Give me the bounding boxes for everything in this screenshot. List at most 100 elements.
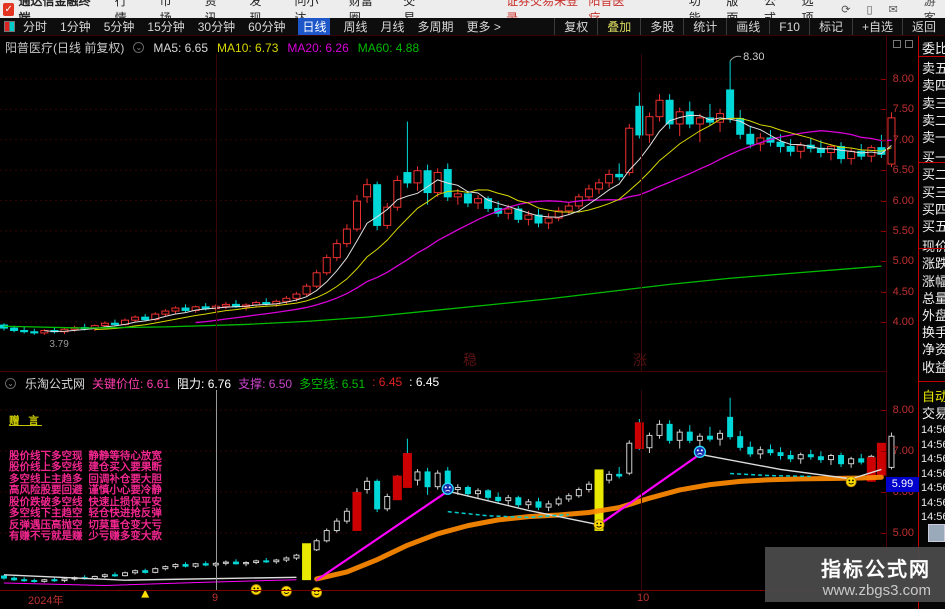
tool-多股[interactable]: 多股 <box>640 18 683 35</box>
trade-time-row: 14:56 <box>921 496 945 509</box>
period-tab-更多 >[interactable]: 更多 > <box>467 18 501 35</box>
sidebar-row-收益[interactable]: 收益 <box>922 357 945 376</box>
price-axis-label: 8.00 <box>892 404 914 416</box>
ma-label: MA10: 6.73 <box>217 40 279 55</box>
price-axis-tick <box>881 230 886 232</box>
trade-time-row: 14:56 <box>921 467 945 480</box>
motto-line: 有赚不亏就是赚 少亏赚多变大款 <box>9 530 162 542</box>
chart-watermark-char: 涨 <box>633 352 647 368</box>
sidebar-row-净资[interactable]: 净资 <box>922 339 945 358</box>
sidebar-row-委比[interactable]: 委比 <box>922 38 945 57</box>
tool-+自选[interactable]: +自选 <box>851 18 902 35</box>
indicator-header-segment: 支撑: 6.50 <box>238 377 293 391</box>
indicator-header-segment: : 6.45 <box>409 375 440 389</box>
price-axis-tick <box>881 322 886 323</box>
indicator-header-segment: 阻力: 6.76 <box>177 377 232 391</box>
tool-叠加[interactable]: 叠加 <box>597 18 640 35</box>
price-axis-tick <box>881 291 886 293</box>
price-axis-tick <box>881 533 886 534</box>
tool-返回[interactable]: 返回 <box>901 18 945 35</box>
indicator-header: ⌄ 乐淘公式网 关键价位: 6.61 阻力: 6.76 支撑: 6.50 多空线: 6.… <box>5 375 439 392</box>
period-tab-15分钟[interactable]: 15分钟 <box>147 18 184 35</box>
mail-icon[interactable]: ✉ <box>889 3 898 16</box>
tool-统计[interactable]: 统计 <box>683 18 726 35</box>
tool-画线[interactable]: 画线 <box>726 18 769 35</box>
sidebar-row-卖五[interactable]: 卖五 <box>922 58 945 77</box>
sidebar-row-买五[interactable]: 买五 <box>922 216 945 235</box>
tool-标记[interactable]: 标记 <box>808 18 852 35</box>
phone-icon[interactable]: ▯ <box>867 3 873 16</box>
panel-divider <box>0 371 886 372</box>
period-tab-日线[interactable]: 日线 <box>298 18 331 35</box>
period-tab-周线[interactable]: 周线 <box>343 18 367 35</box>
price-axis-label: 5.00 <box>892 255 914 268</box>
latest-value-badge: 5.99 <box>886 477 919 492</box>
ma-label: MA60: 4.88 <box>357 40 420 55</box>
buy-smiley-icon <box>280 585 292 597</box>
collapse-chevron-icon[interactable]: ⌄ <box>133 42 145 53</box>
sidebar-row-外盘[interactable]: 外盘 <box>922 305 945 324</box>
pane-restore-icon[interactable] <box>893 40 901 48</box>
period-tab-5分钟[interactable]: 5分钟 <box>104 18 135 35</box>
sidebar-row-涨幅[interactable]: 涨幅 <box>922 271 945 290</box>
price-axis-tick <box>881 492 886 493</box>
price-axis-tick <box>881 109 886 111</box>
price-axis-label: 7.00 <box>892 445 914 457</box>
sidebar-row-卖四[interactable]: 卖四 <box>922 75 945 94</box>
tool-复权[interactable]: 复权 <box>554 18 597 35</box>
site-watermark: 指标公式网 www.zbgs3.com <box>765 547 945 602</box>
trade-time-row: 14:56 <box>921 482 945 494</box>
watermark-url: www.zbgs3.com <box>822 582 931 599</box>
sidebar-scrollbar-thumb[interactable] <box>928 524 945 542</box>
price-axis-tick <box>881 170 886 172</box>
indicator-motto-block: 赠 言 股价线下多空现 静静等待心放宽 股价线上多空线 建仓买入要果断 多空线上主趋… <box>9 393 162 566</box>
indicator-header-segment: 乐淘公式网 <box>25 377 86 391</box>
sidebar-row-买四[interactable]: 买四 <box>922 199 945 218</box>
top-menu-bar: ✓ 通达信金融终端 行情市场资讯发现问小达财富圈交易 证券交易未登录 阳普医疗 … <box>0 0 945 25</box>
sidebar-separator <box>919 381 945 382</box>
sidebar-row-买一[interactable]: 买一 <box>922 147 945 166</box>
period-tab-多周期[interactable]: 多周期 <box>418 18 454 35</box>
sidebar-row-现价[interactable]: 现价 <box>922 236 945 255</box>
price-axis-label: 5.50 <box>892 224 914 237</box>
price-axis-label: 8.00 <box>892 73 914 85</box>
month-separator <box>215 390 217 590</box>
sidebar-row-卖一[interactable]: 卖一 <box>922 127 945 146</box>
period-tab-60分钟[interactable]: 60分钟 <box>248 18 285 35</box>
sidebar-row-换手[interactable]: 换手 <box>922 322 945 341</box>
topbar-icons: ⟳ ▯ ✉ <box>841 3 898 16</box>
refresh-icon[interactable]: ⟳ <box>841 3 850 16</box>
price-axis-tick <box>881 139 886 141</box>
sell-face-icon <box>441 482 454 495</box>
sell-face-icon <box>693 445 707 458</box>
sidebar-row-总量[interactable]: 总量 <box>922 288 945 307</box>
time-axis-label: 10 <box>637 592 650 604</box>
sidebar-row-买二[interactable]: 买二 <box>922 164 945 183</box>
sidebar-row-买三[interactable]: 买三 <box>922 182 945 201</box>
sidebar-row-涨跌[interactable]: 涨跌 <box>922 253 945 272</box>
sidebar-row-卖二[interactable]: 卖二 <box>922 110 945 129</box>
ma-label: MA5: 6.65 <box>153 40 209 55</box>
toolbar-right-actions: 复权 叠加 多股 统计 画线 F10 标记 +自选 返回 <box>554 18 945 35</box>
period-tab-1分钟[interactable]: 1分钟 <box>60 18 91 35</box>
period-tab-30分钟[interactable]: 30分钟 <box>198 18 235 35</box>
sidebar-separator <box>919 162 945 163</box>
ma-value-labels: MA5: 6.65 MA10: 6.73 MA20: 6.26 MA60: 4.88 <box>153 41 419 55</box>
sidebar-separator <box>919 56 945 57</box>
buy-smiley-icon <box>593 519 605 531</box>
pane-window-buttons <box>893 40 913 48</box>
price-axis-label: 7.50 <box>892 103 914 116</box>
tool-F10[interactable]: F10 <box>769 19 809 34</box>
sidebar-row-交易[interactable]: 交易 <box>922 403 945 422</box>
chart-watermark-char: 稳 <box>463 352 477 368</box>
layout-icon[interactable] <box>4 21 15 32</box>
trade-time-row: 14:56 <box>921 438 945 451</box>
period-tab-月线[interactable]: 月线 <box>381 18 405 35</box>
pane-maximize-icon[interactable] <box>905 40 913 48</box>
time-axis-label: 2024年 <box>28 595 64 607</box>
main-candlestick-chart[interactable]: 8.30 3.79 <box>0 36 896 372</box>
indicator-collapse-icon[interactable]: ⌄ <box>5 378 16 389</box>
period-tab-分时[interactable]: 分时 <box>23 18 47 35</box>
price-axis-tick <box>881 200 886 202</box>
sidebar-row-卖三[interactable]: 卖三 <box>922 93 945 112</box>
